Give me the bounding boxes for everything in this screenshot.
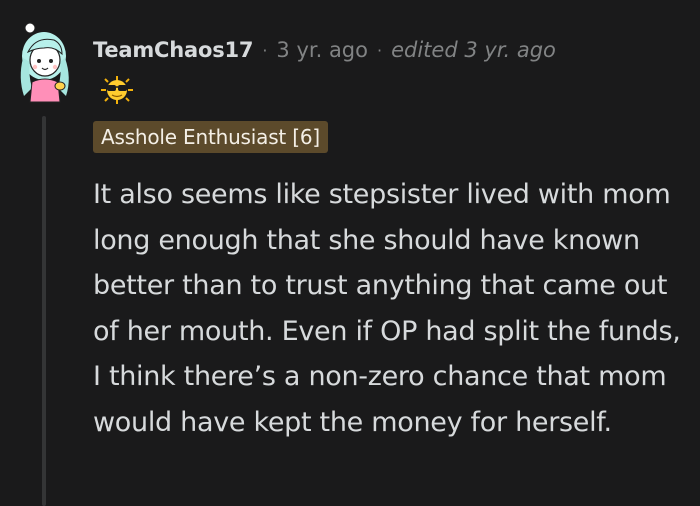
- user-flair: Asshole Enthusiast [6]: [93, 121, 328, 153]
- sunglasses-award-icon[interactable]: [95, 74, 139, 106]
- comment-body: It also seems like stepsister lived with…: [93, 179, 681, 438]
- timestamp[interactable]: 3 yr. ago: [276, 38, 368, 62]
- separator-dot: ·: [262, 40, 268, 60]
- comment-meta: TeamChaos17 · 3 yr. ago · edited 3 yr. a…: [93, 34, 556, 66]
- author-username[interactable]: TeamChaos17: [93, 38, 254, 62]
- thread-line[interactable]: [42, 116, 46, 506]
- edited-timestamp: edited 3 yr. ago: [391, 38, 556, 62]
- separator-dot: ·: [377, 40, 383, 60]
- user-avatar[interactable]: [14, 18, 76, 104]
- comment: TeamChaos17 · 3 yr. ago · edited 3 yr. a…: [0, 0, 700, 506]
